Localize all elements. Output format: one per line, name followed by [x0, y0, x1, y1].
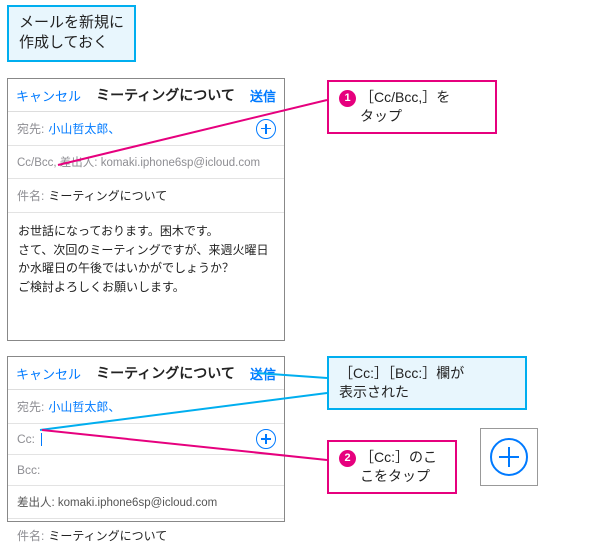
compose-title-2: ミーティングについて [96, 363, 235, 383]
info-box: ［Cc:］［Bcc:］欄が 表示された [327, 356, 527, 410]
intro-box: メールを新規に 作成しておく [7, 5, 136, 62]
subject-row[interactable]: 件名: ミーティングについて [8, 179, 284, 213]
bcc-label: Bcc: [17, 463, 40, 477]
nav-bar: キャンセル ミーティングについて 送信 [8, 79, 284, 112]
cc-row[interactable]: Cc: [8, 424, 284, 455]
subject-label-2: 件名: [17, 527, 44, 544]
nav-bar-2: キャンセル ミーティングについて 送信 [8, 357, 284, 390]
send-button-2[interactable]: 送信 [250, 364, 276, 383]
from-text-2: 差出人: komaki.iphone6sp@icloud.com [17, 494, 217, 510]
to-row[interactable]: 宛先: 小山哲太郎、 [8, 112, 284, 146]
to-value-2: 小山哲太郎、 [48, 398, 120, 415]
cc-label: Cc: [17, 432, 35, 446]
to-row-2[interactable]: 宛先: 小山哲太郎、 [8, 390, 284, 424]
to-label: 宛先: [17, 120, 44, 137]
bcc-row[interactable]: Bcc: [8, 455, 284, 486]
intro-text: メールを新規に 作成しておく [19, 14, 124, 51]
mail-compose-panel-1: キャンセル ミーティングについて 送信 宛先: 小山哲太郎、 Cc/Bcc, 差… [7, 78, 285, 341]
plus-icon-enlarged-box [480, 428, 538, 486]
mail-body-text: お世話になっております。困木です。 さて、次回のミーティングですが、来週火曜日か… [18, 224, 268, 294]
callout-1-number: 1 [339, 90, 356, 107]
callout-2-number: 2 [339, 450, 356, 467]
plus-icon-enlarged [490, 438, 528, 476]
cancel-button[interactable]: キャンセル [16, 86, 81, 105]
to-value: 小山哲太郎、 [48, 120, 120, 137]
send-button[interactable]: 送信 [250, 86, 276, 105]
subject-label: 件名: [17, 187, 44, 204]
callout-2-text: ［Cc:］のこ こをタップ [360, 448, 437, 486]
to-label-2: 宛先: [17, 398, 44, 415]
callout-1: 1 ［Cc/Bcc,］を タップ [327, 80, 497, 134]
callout-2: 2 ［Cc:］のこ こをタップ [327, 440, 457, 494]
ccbcc-from-row[interactable]: Cc/Bcc, 差出人: komaki.iphone6sp@icloud.com [8, 146, 284, 179]
subject-value-2: ミーティングについて [48, 527, 167, 544]
mail-body[interactable]: お世話になっております。困木です。 さて、次回のミーティングですが、来週火曜日か… [8, 213, 284, 305]
info-text: ［Cc:］［Bcc:］欄が 表示された [339, 365, 464, 400]
add-cc-contact-icon[interactable] [256, 429, 276, 449]
text-cursor [41, 433, 42, 446]
subject-value: ミーティングについて [48, 187, 167, 204]
add-contact-icon[interactable] [256, 119, 276, 139]
mail-compose-panel-2: キャンセル ミーティングについて 送信 宛先: 小山哲太郎、 Cc: Bcc: … [7, 356, 285, 522]
callout-1-text: ［Cc/Bcc,］を タップ [360, 88, 450, 126]
subject-row-2[interactable]: 件名: ミーティングについて [8, 519, 284, 552]
ccbcc-from-text: Cc/Bcc, 差出人: komaki.iphone6sp@icloud.com [17, 154, 260, 170]
from-row-2[interactable]: 差出人: komaki.iphone6sp@icloud.com [8, 486, 284, 519]
cancel-button-2[interactable]: キャンセル [16, 364, 81, 383]
compose-title: ミーティングについて [96, 85, 235, 105]
